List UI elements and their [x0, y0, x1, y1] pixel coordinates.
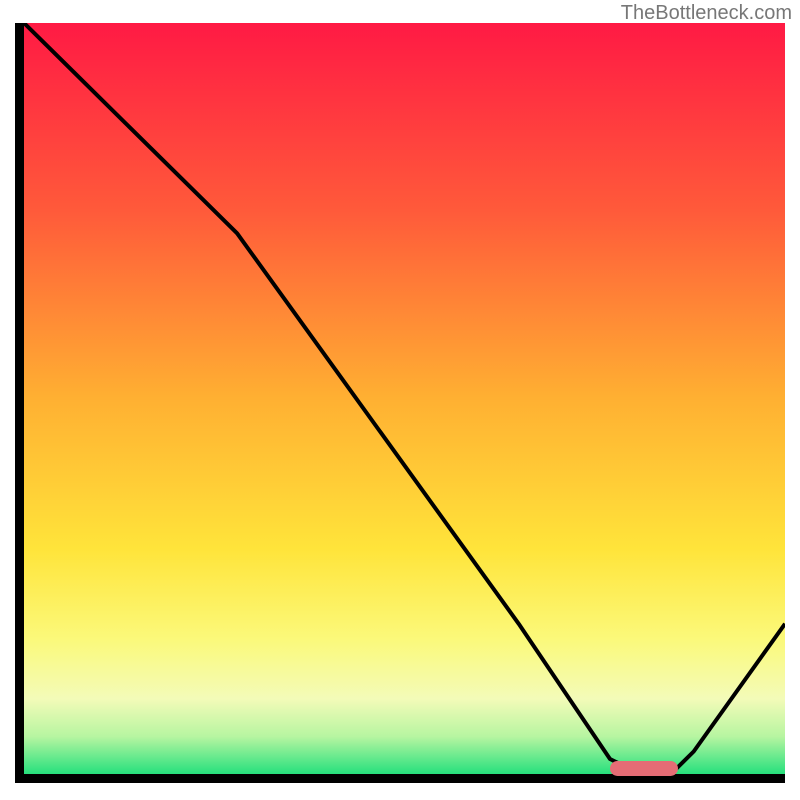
- chart-plot-area: [15, 23, 785, 783]
- optimal-range-marker: [610, 761, 678, 776]
- watermark-label: TheBottleneck.com: [621, 2, 792, 25]
- bottleneck-curve: [24, 23, 785, 774]
